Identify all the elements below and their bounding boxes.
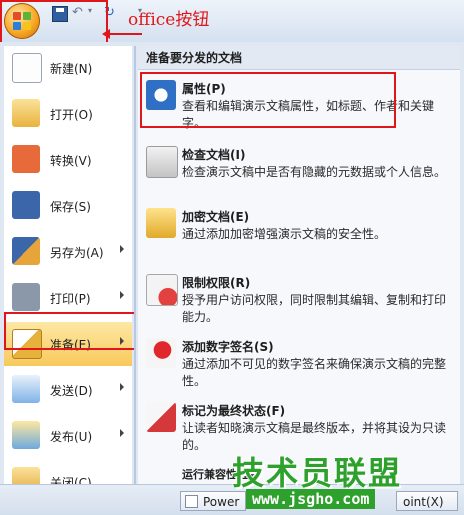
submenu-item-title: 检查文档(I) — [182, 148, 246, 162]
watermark-url: www.jsgho.com — [246, 489, 376, 509]
submenu-item-desc: 检查演示文稿中是否有隐藏的元数据或个人信息。 — [182, 165, 447, 179]
menu-item-label: 新建(N) — [50, 62, 93, 76]
menu-item-label: 发送(D) — [50, 384, 93, 398]
encrypt-lock-icon — [146, 208, 176, 238]
submenu-item-signature[interactable]: 添加数字签名(S) 通过添加不可见的数字签名来确保演示文稿的完整性。 — [138, 334, 460, 394]
inspect-document-icon — [146, 146, 178, 178]
watermark-title: 技术员联盟 — [232, 454, 403, 492]
exit-button-label: oint(X) — [403, 495, 444, 509]
submenu-arrow-icon — [120, 383, 124, 391]
send-icon — [12, 375, 40, 403]
menu-item-label: 另存为(A) — [50, 246, 104, 260]
menu-divider — [134, 46, 136, 506]
menu-item-new[interactable]: 新建(N) — [4, 46, 132, 90]
options-button[interactable]: Power — [180, 491, 246, 511]
open-folder-icon — [12, 99, 40, 127]
submenu-item-title: 添加数字签名(S) — [182, 340, 274, 354]
office-menu-commands: 新建(N) 打开(O) 转换(V) 保存(S) 另存为(A) 打印(P) 准备(… — [4, 46, 132, 502]
submenu-item-title: 加密文档(E) — [182, 210, 250, 224]
menu-item-label: 发布(U) — [50, 430, 93, 444]
convert-icon — [12, 145, 40, 173]
submenu-item-title: 标记为最终状态(F) — [182, 404, 286, 418]
menu-item-label: 保存(S) — [50, 200, 91, 214]
menu-item-label: 打印(P) — [50, 292, 91, 306]
menu-item-publish[interactable]: 发布(U) — [4, 414, 132, 458]
menu-item-open[interactable]: 打开(O) — [4, 92, 132, 136]
office-button-annotation: office按钮 — [128, 10, 210, 30]
menu-item-label: 打开(O) — [50, 108, 93, 122]
exit-button[interactable]: oint(X) — [396, 491, 458, 511]
menu-item-label: 转换(V) — [50, 154, 92, 168]
options-button-label: Power — [203, 495, 240, 509]
mark-final-icon — [146, 402, 176, 432]
submenu-item-desc: 授予用户访问权限，同时限制其编辑、复制和打印能力。 — [182, 293, 447, 324]
digital-signature-icon — [146, 338, 176, 368]
submenu-arrow-icon — [120, 429, 124, 437]
submenu-arrow-icon — [120, 245, 124, 253]
prepare-highlight-box — [4, 312, 136, 350]
submenu-item-encrypt[interactable]: 加密文档(E) 通过添加加密增强演示文稿的安全性。 — [138, 204, 460, 264]
save-as-icon — [12, 237, 40, 265]
menu-item-send[interactable]: 发送(D) — [4, 368, 132, 412]
submenu-item-desc: 通过添加不可见的数字签名来确保演示文稿的完整性。 — [182, 357, 447, 388]
submenu-header: 准备要分发的文档 — [138, 46, 460, 70]
menu-item-save-as[interactable]: 另存为(A) — [4, 230, 132, 274]
options-icon — [185, 495, 198, 508]
menu-item-save[interactable]: 保存(S) — [4, 184, 132, 228]
properties-highlight-box — [140, 72, 396, 128]
submenu-item-desc: 通过添加加密增强演示文稿的安全性。 — [182, 227, 387, 241]
printer-icon — [12, 283, 40, 311]
menu-item-convert[interactable]: 转换(V) — [4, 138, 132, 182]
save-disk-icon — [12, 191, 40, 219]
restrict-permission-icon — [146, 274, 178, 306]
office-menu: 新建(N) 打开(O) 转换(V) 保存(S) 另存为(A) 打印(P) 准备(… — [0, 42, 464, 514]
submenu-item-restrict[interactable]: 限制权限(R) 授予用户访问权限，同时限制其编辑、复制和打印能力。 — [138, 270, 460, 330]
submenu-item-inspect[interactable]: 检查文档(I) 检查演示文稿中是否有隐藏的元数据或个人信息。 — [138, 142, 460, 202]
office-button-highlight — [0, 0, 108, 44]
annotation-arrow — [108, 33, 142, 35]
submenu-arrow-icon — [120, 291, 124, 299]
publish-icon — [12, 421, 40, 449]
new-document-icon — [12, 53, 42, 83]
submenu-item-title: 限制权限(R) — [182, 276, 251, 290]
annotation-arrow-head — [102, 29, 110, 39]
